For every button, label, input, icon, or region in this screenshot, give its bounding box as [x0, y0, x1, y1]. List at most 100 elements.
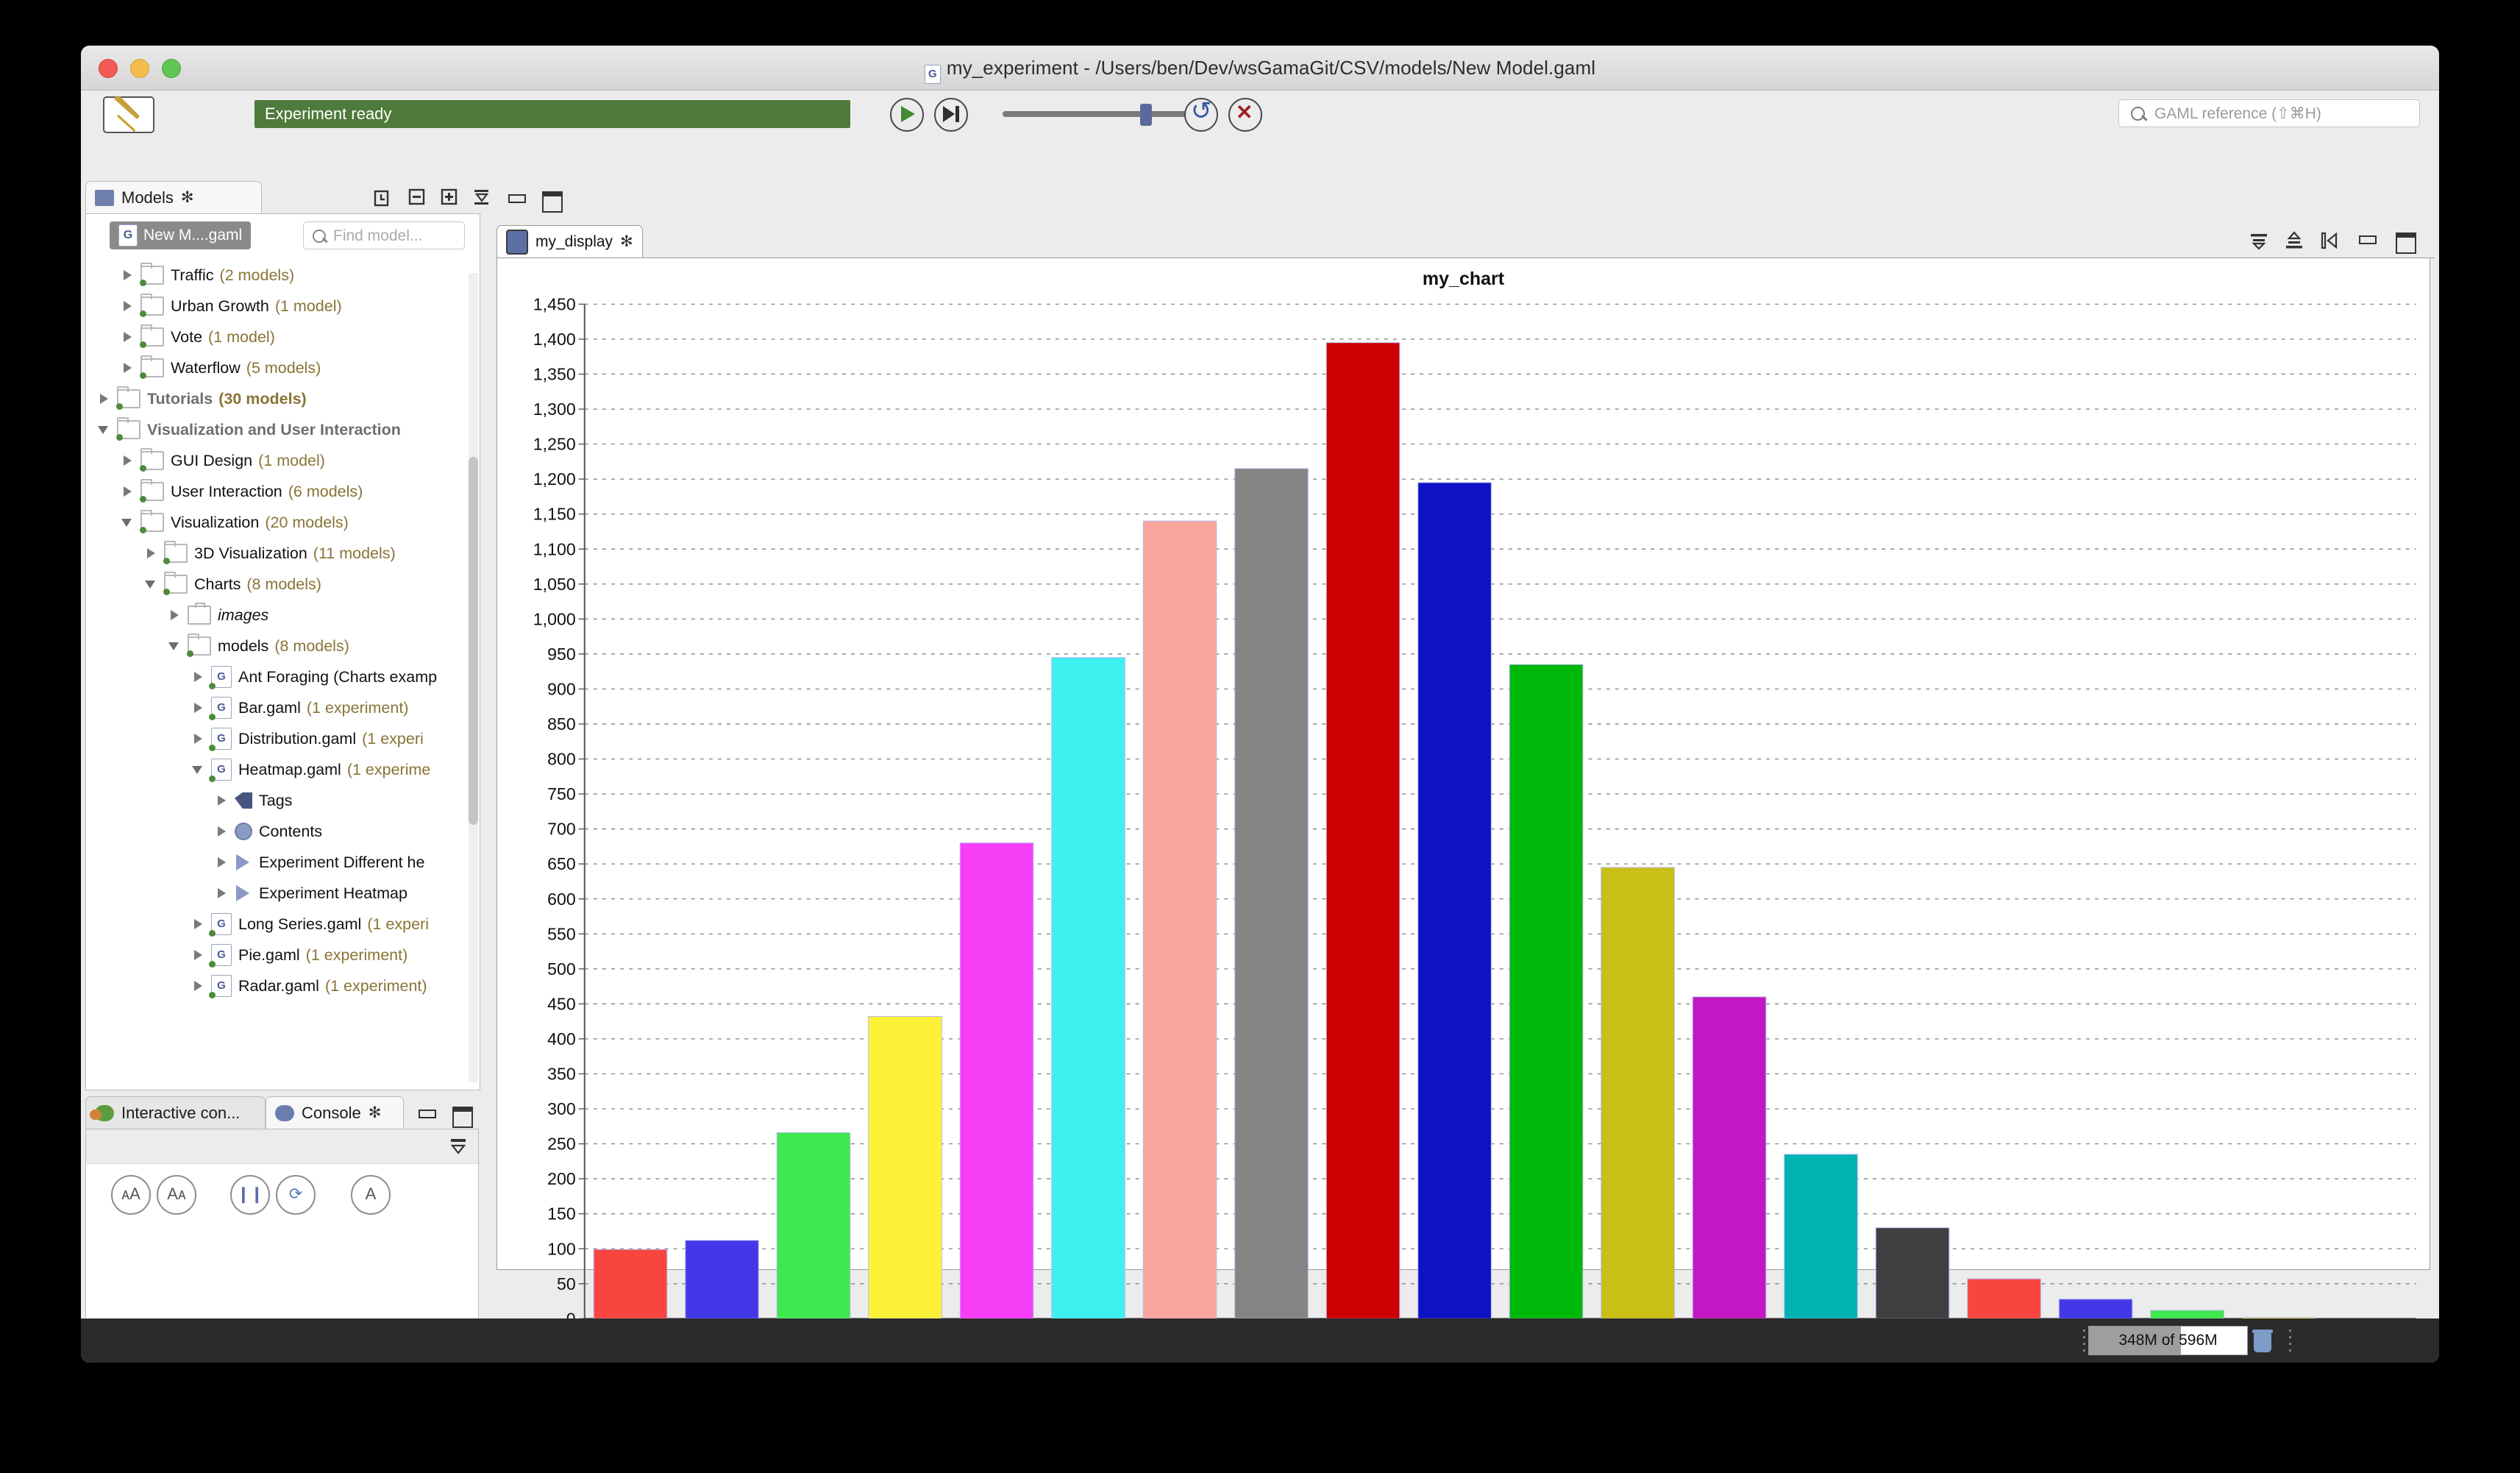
collapse-all-icon[interactable] — [407, 188, 427, 210]
tree-item[interactable]: G Bar.gaml (1 experiment) — [191, 692, 408, 723]
tree-item[interactable]: images — [167, 600, 268, 631]
chart-container[interactable]: my_chart 0501001502002503003504004505005… — [496, 258, 2430, 1351]
bar[interactable] — [2150, 1310, 2224, 1319]
tree-item[interactable]: G Ant Foraging (Charts examp — [191, 661, 437, 692]
chevron-down-icon[interactable] — [167, 638, 183, 654]
tree-item[interactable]: Contents — [214, 816, 322, 847]
current-model-chip[interactable]: G New M....gaml — [110, 221, 252, 249]
stop-experiment-button[interactable] — [1228, 98, 1262, 132]
bar[interactable] — [685, 1240, 759, 1319]
bar[interactable] — [2058, 1299, 2133, 1319]
bar[interactable] — [1417, 482, 1492, 1319]
tab-console[interactable]: Console ✻ — [266, 1096, 404, 1129]
chevron-down-icon[interactable] — [96, 422, 113, 438]
find-model-input[interactable]: Find model... — [303, 221, 465, 249]
bar[interactable] — [1967, 1278, 2041, 1319]
pause-console-button[interactable]: ❙❙ — [230, 1175, 270, 1215]
chevron-right-icon[interactable] — [120, 452, 136, 469]
bar[interactable] — [868, 1015, 942, 1319]
refresh-console-button[interactable]: ⟳ — [276, 1175, 316, 1215]
chevron-down-icon[interactable] — [143, 576, 160, 592]
chevron-right-icon[interactable] — [214, 854, 230, 870]
reload-button[interactable] — [1184, 96, 1218, 132]
bar[interactable] — [1875, 1227, 1950, 1319]
chevron-right-icon[interactable] — [120, 483, 136, 500]
decrease-font-button[interactable]: Aᴀ — [157, 1175, 196, 1215]
tree-item[interactable]: G Distribution.gaml (1 experi — [191, 723, 424, 754]
bar[interactable] — [593, 1249, 668, 1319]
tree-item[interactable]: Charts (8 models) — [143, 569, 321, 600]
tree-item[interactable]: Visualization (20 models) — [120, 507, 349, 538]
chevron-right-icon[interactable] — [120, 329, 136, 345]
clear-console-button[interactable]: A — [351, 1175, 391, 1215]
speed-slider-handle[interactable] — [1140, 104, 1152, 126]
close-icon[interactable]: ✻ — [620, 233, 633, 251]
maximize-panel-icon[interactable] — [450, 1105, 473, 1128]
chevron-right-icon[interactable] — [96, 391, 113, 407]
tree-item[interactable]: models (8 models) — [167, 631, 349, 661]
tree-item[interactable]: 3D Visualization (11 models) — [143, 538, 396, 569]
tree-item[interactable]: Vote (1 model) — [120, 322, 275, 352]
tree-item[interactable]: Tutorials (30 models) — [96, 383, 307, 414]
gaml-reference-search[interactable]: GAML reference (⇧⌘H) — [2118, 99, 2420, 127]
bar[interactable] — [1234, 468, 1309, 1319]
memory-indicator[interactable]: 348M of 596M — [2088, 1326, 2248, 1355]
tab-interactive-console[interactable]: Interactive con... — [85, 1096, 266, 1129]
chevron-right-icon[interactable] — [191, 947, 207, 963]
chevron-right-icon[interactable] — [120, 267, 136, 283]
chevron-down-icon[interactable] — [191, 762, 207, 778]
tree-item[interactable]: G Pie.gaml (1 experiment) — [191, 940, 407, 970]
tree-item[interactable]: Tags — [214, 785, 292, 816]
bar[interactable] — [1051, 657, 1125, 1319]
expand-all-icon[interactable] — [440, 188, 459, 210]
models-tree[interactable]: G New M....gaml Find model... Traffic (2 … — [85, 213, 480, 1090]
chevron-right-icon[interactable] — [214, 792, 230, 809]
chevron-right-icon[interactable] — [214, 885, 230, 901]
tree-item[interactable]: Waterflow (5 models) — [120, 352, 321, 383]
tree-scrollbar-thumb[interactable] — [469, 457, 478, 825]
close-icon[interactable]: ✻ — [369, 1097, 382, 1129]
bar[interactable] — [1784, 1154, 1858, 1319]
tab-my-display[interactable]: my_display ✻ — [496, 225, 643, 258]
tree-item[interactable]: GUI Design (1 model) — [120, 445, 325, 476]
step-button[interactable] — [934, 98, 968, 132]
chevron-down-icon[interactable] — [120, 514, 136, 530]
close-icon[interactable]: ✻ — [181, 182, 194, 214]
bar[interactable] — [776, 1132, 851, 1319]
tree-item[interactable]: Urban Growth (1 model) — [120, 291, 342, 322]
chevron-right-icon[interactable] — [167, 607, 183, 623]
tree-item[interactable]: Traffic (2 models) — [120, 260, 294, 291]
layers-up-icon[interactable] — [2285, 231, 2304, 250]
tree-item[interactable]: Visualization and User Interaction — [96, 414, 401, 445]
trash-icon[interactable] — [2251, 1327, 2276, 1355]
tree-item[interactable]: G Long Series.gaml (1 experi — [191, 909, 429, 940]
play-button[interactable] — [890, 98, 924, 132]
chevron-right-icon[interactable] — [191, 700, 207, 716]
chevron-right-icon[interactable] — [191, 731, 207, 747]
tab-models[interactable]: Models ✻ — [85, 181, 262, 213]
tree-item[interactable]: G Heatmap.gaml (1 experime — [191, 754, 430, 785]
tree-item[interactable]: Experiment Heatmap — [214, 878, 407, 909]
bar[interactable] — [1692, 996, 1767, 1319]
maximize-panel-icon[interactable] — [2393, 231, 2416, 254]
increase-font-button[interactable]: ᴀA — [111, 1175, 151, 1215]
bar[interactable] — [1601, 867, 1675, 1319]
chevron-right-icon[interactable] — [143, 545, 160, 561]
minimize-panel-icon[interactable] — [415, 1105, 437, 1124]
scroll-lock-icon[interactable] — [449, 1137, 468, 1160]
link-icon[interactable] — [372, 190, 394, 209]
minimize-panel-icon[interactable] — [2355, 231, 2377, 250]
chevron-right-icon[interactable] — [120, 360, 136, 376]
layers-down-icon[interactable] — [2249, 231, 2268, 250]
tree-item[interactable]: User Interaction (6 models) — [120, 476, 363, 507]
bar[interactable] — [1509, 664, 1584, 1319]
chevron-right-icon[interactable] — [191, 978, 207, 994]
chevron-right-icon[interactable] — [191, 669, 207, 685]
edit-model-button[interactable] — [103, 95, 154, 133]
chevron-right-icon[interactable] — [120, 298, 136, 314]
bar[interactable] — [1142, 520, 1217, 1319]
chevron-right-icon[interactable] — [214, 823, 230, 840]
sync-display-icon[interactable] — [2320, 231, 2339, 250]
bar[interactable] — [959, 842, 1034, 1319]
chevron-right-icon[interactable] — [191, 916, 207, 932]
